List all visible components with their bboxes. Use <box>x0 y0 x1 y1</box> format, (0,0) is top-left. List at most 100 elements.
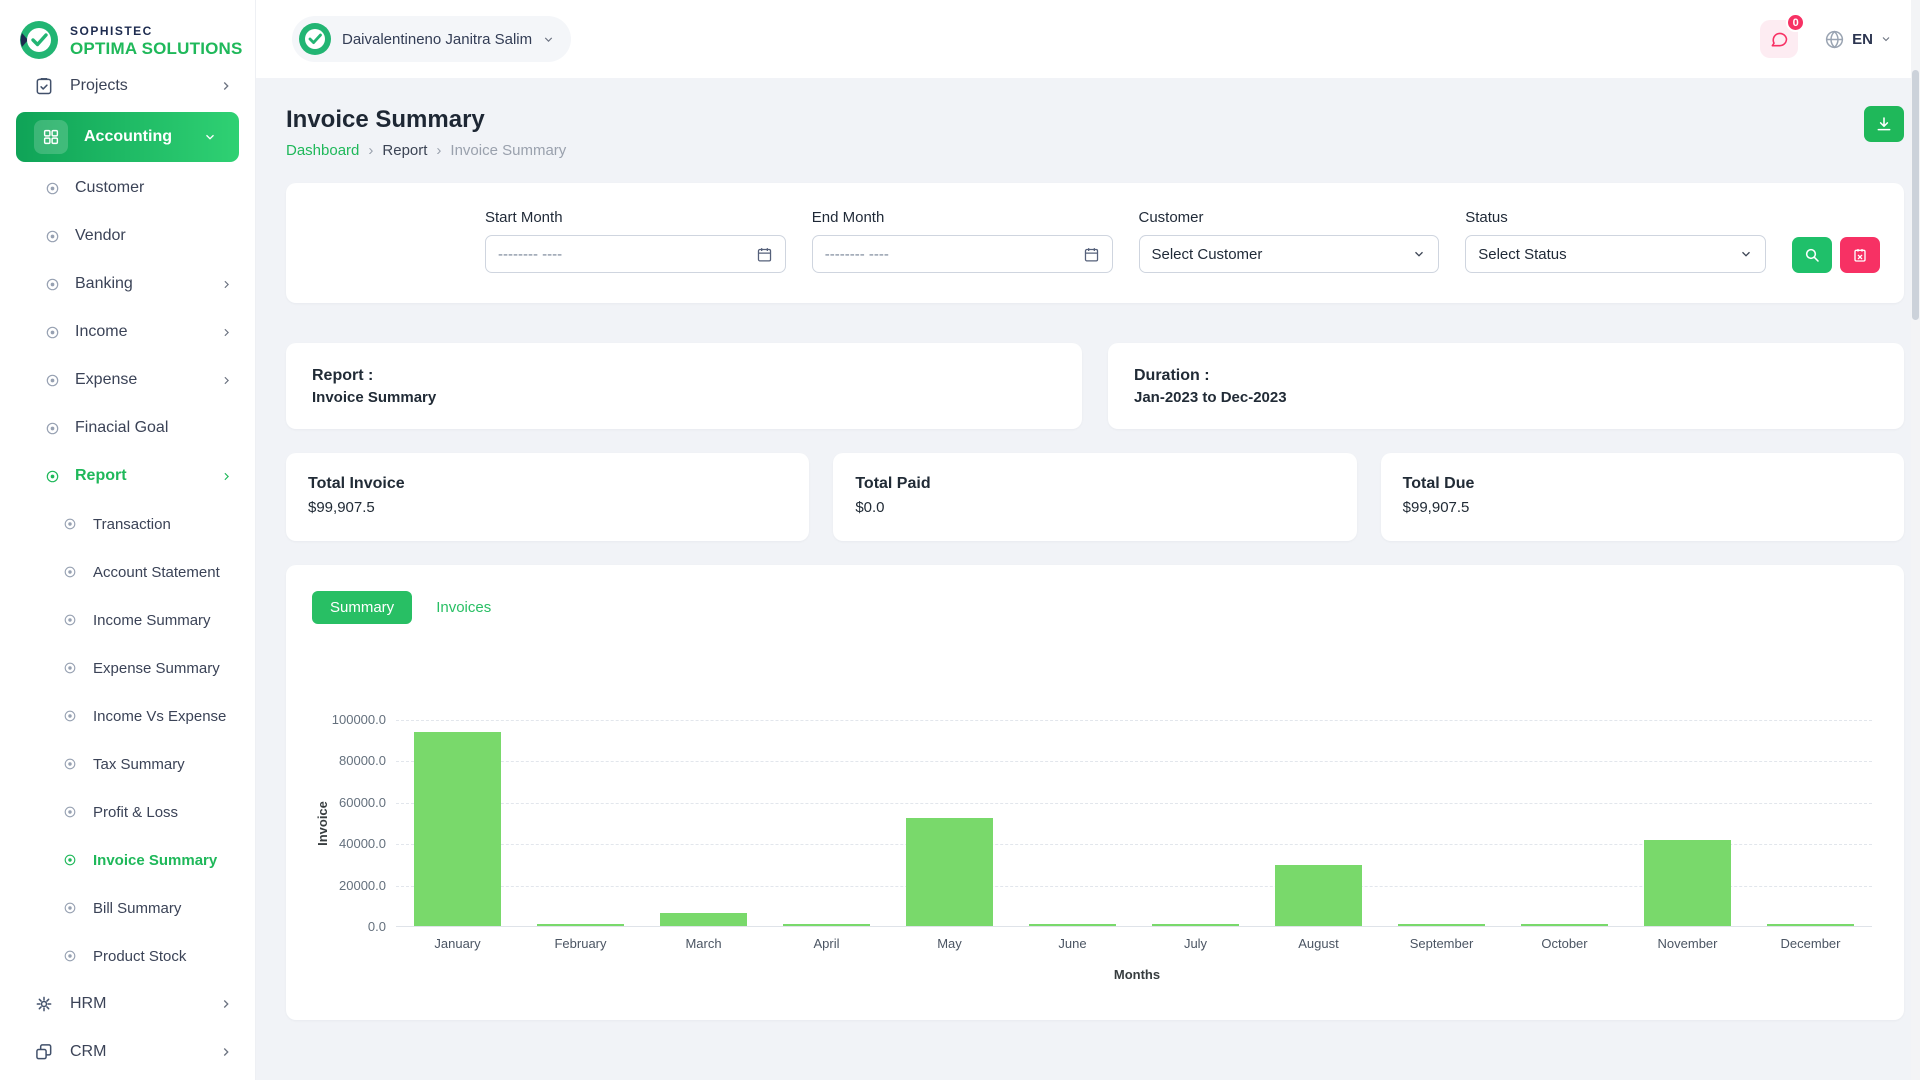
breadcrumb-separator-icon: › <box>436 142 442 159</box>
sidebar-item-income-summary[interactable]: Income Summary <box>0 596 255 644</box>
sidebar-item-expense-summary[interactable]: Expense Summary <box>0 644 255 692</box>
messages-button[interactable]: 0 <box>1760 13 1806 58</box>
sidebar: SOPHISTEC OPTIMA SOLUTIONS Projects Acco… <box>0 0 256 1080</box>
breadcrumb-separator-icon: › <box>368 142 374 159</box>
user-name: Daivalentineno Janitra Salim <box>342 30 533 48</box>
sidebar-item-label: Accounting <box>84 128 172 145</box>
invoice-bar-chart: Invoice 0.0 20000.0 40000.0 60000.0 80000.0 1… <box>312 712 1878 982</box>
calendar-icon <box>756 246 773 263</box>
duration-info-value: Jan-2023 to Dec-2023 <box>1134 388 1287 406</box>
duration-info-label: Duration : <box>1134 366 1210 384</box>
bullet-icon <box>64 806 76 818</box>
sidebar-item-hrm[interactable]: HRM <box>0 980 255 1028</box>
bar-july <box>1152 924 1239 926</box>
breadcrumb: Dashboard › Report › Invoice Summary <box>286 142 566 159</box>
sidebar-item-label: Expense <box>75 371 138 388</box>
bullet-icon <box>46 182 59 195</box>
sidebar-item-product-stock[interactable]: Product Stock <box>0 932 255 980</box>
sidebar-item-label: Income Vs Expense <box>93 707 227 725</box>
bullet-icon <box>64 518 76 530</box>
messages-badge: 0 <box>1786 13 1806 32</box>
page-scrollbar[interactable] <box>1911 0 1920 1080</box>
customer-select[interactable]: Select Customer <box>1138 235 1440 273</box>
crm-icon <box>34 1042 54 1062</box>
stat-label: Total Due <box>1402 475 1475 492</box>
y-axis-tick: 40000.0 <box>339 836 386 852</box>
start-month-placeholder: -------- ---- <box>498 245 563 263</box>
end-month-placeholder: -------- ---- <box>824 245 889 263</box>
sidebar-item-crm[interactable]: CRM <box>0 1028 255 1076</box>
bullet-icon <box>46 374 59 387</box>
sidebar-item-financial-goal[interactable]: Finacial Goal <box>0 404 255 452</box>
bar-slot <box>1749 720 1872 926</box>
total-paid-card: Total Paid $0.0 <box>833 453 1357 541</box>
bar-slot <box>1503 720 1626 926</box>
sidebar-item-label: Income Summary <box>93 611 211 629</box>
sidebar-item-income[interactable]: Income <box>0 308 255 356</box>
bar-may <box>906 818 993 926</box>
sidebar-item-projects[interactable]: Projects <box>0 78 255 110</box>
chevron-right-icon <box>220 326 233 339</box>
sidebar-item-label: Transaction <box>93 515 171 533</box>
duration-info-card: Duration : Jan-2023 to Dec-2023 <box>1108 343 1904 429</box>
download-button[interactable] <box>1864 106 1904 142</box>
bar-slot <box>1626 720 1749 926</box>
chevron-down-icon <box>542 33 555 46</box>
sidebar-item-vendor[interactable]: Vendor <box>0 212 255 260</box>
search-icon <box>1805 248 1819 262</box>
stat-value: $99,907.5 <box>308 499 375 516</box>
user-menu[interactable]: Daivalentineno Janitra Salim <box>292 16 572 62</box>
chevron-right-icon <box>219 1045 233 1059</box>
brand-logo[interactable]: SOPHISTEC OPTIMA SOLUTIONS <box>0 0 255 78</box>
bar-december <box>1767 924 1854 926</box>
sidebar-item-profit-loss[interactable]: Profit & Loss <box>0 788 255 836</box>
sidebar-item-tax-summary[interactable]: Tax Summary <box>0 740 255 788</box>
x-axis-tick: June <box>1058 936 1087 951</box>
status-select-value: Select Status <box>1478 245 1567 263</box>
sidebar-item-customer[interactable]: Customer <box>0 164 255 212</box>
y-axis-title: Invoice <box>314 801 330 846</box>
bar-february <box>537 923 624 926</box>
sidebar-item-banking[interactable]: Banking <box>0 260 255 308</box>
search-button[interactable] <box>1792 237 1832 273</box>
end-month-input[interactable]: -------- ---- <box>811 235 1113 273</box>
sidebar-item-account-statement[interactable]: Account Statement <box>0 548 255 596</box>
chart-tabs: Summary Invoices <box>312 591 1878 624</box>
sidebar-item-label: Customer <box>75 179 145 196</box>
tab-summary[interactable]: Summary <box>312 591 413 624</box>
user-avatar <box>298 22 332 56</box>
x-axis-tick: February <box>554 936 607 951</box>
bar-september <box>1398 924 1485 926</box>
tab-invoices[interactable]: Invoices <box>418 591 509 624</box>
language-selector[interactable]: EN <box>1824 29 1892 50</box>
sidebar-item-label: Tax Summary <box>93 755 185 773</box>
sidebar-item-accounting[interactable]: Accounting <box>16 112 239 162</box>
sidebar-item-label: Account Statement <box>93 563 220 581</box>
customer-label: Customer <box>1138 209 1204 226</box>
sidebar-item-report[interactable]: Report <box>0 452 255 500</box>
sidebar-item-income-vs-expense[interactable]: Income Vs Expense <box>0 692 255 740</box>
bullet-icon <box>64 710 76 722</box>
x-axis-tick: July <box>1183 936 1208 951</box>
y-axis-tick: 100000.0 <box>331 712 386 727</box>
bullet-icon <box>64 614 76 626</box>
bullet-icon <box>64 902 76 914</box>
sidebar-item-expense[interactable]: Expense <box>0 356 255 404</box>
status-select[interactable]: Select Status <box>1465 235 1766 273</box>
brand-logo-icon <box>18 19 60 61</box>
customer-select-value: Select Customer <box>1151 245 1263 263</box>
breadcrumb-dashboard[interactable]: Dashboard <box>286 142 359 159</box>
sidebar-item-invoice-summary[interactable]: Invoice Summary <box>0 836 255 884</box>
bar-slot <box>1257 720 1380 926</box>
sidebar-item-transaction[interactable]: Transaction <box>0 500 255 548</box>
start-month-input[interactable]: -------- ---- <box>485 235 786 273</box>
scrollbar-thumb[interactable] <box>1912 70 1919 320</box>
reset-button[interactable] <box>1840 237 1880 273</box>
breadcrumb-report[interactable]: Report <box>382 142 427 159</box>
sidebar-item-bill-summary[interactable]: Bill Summary <box>0 884 255 932</box>
sidebar-item-label: Finacial Goal <box>75 419 169 436</box>
sidebar-item-label: HRM <box>70 995 107 1012</box>
chevron-right-icon <box>220 374 233 387</box>
page-title: Invoice Summary <box>286 106 485 133</box>
y-axis-tick: 0.0 <box>367 919 386 934</box>
